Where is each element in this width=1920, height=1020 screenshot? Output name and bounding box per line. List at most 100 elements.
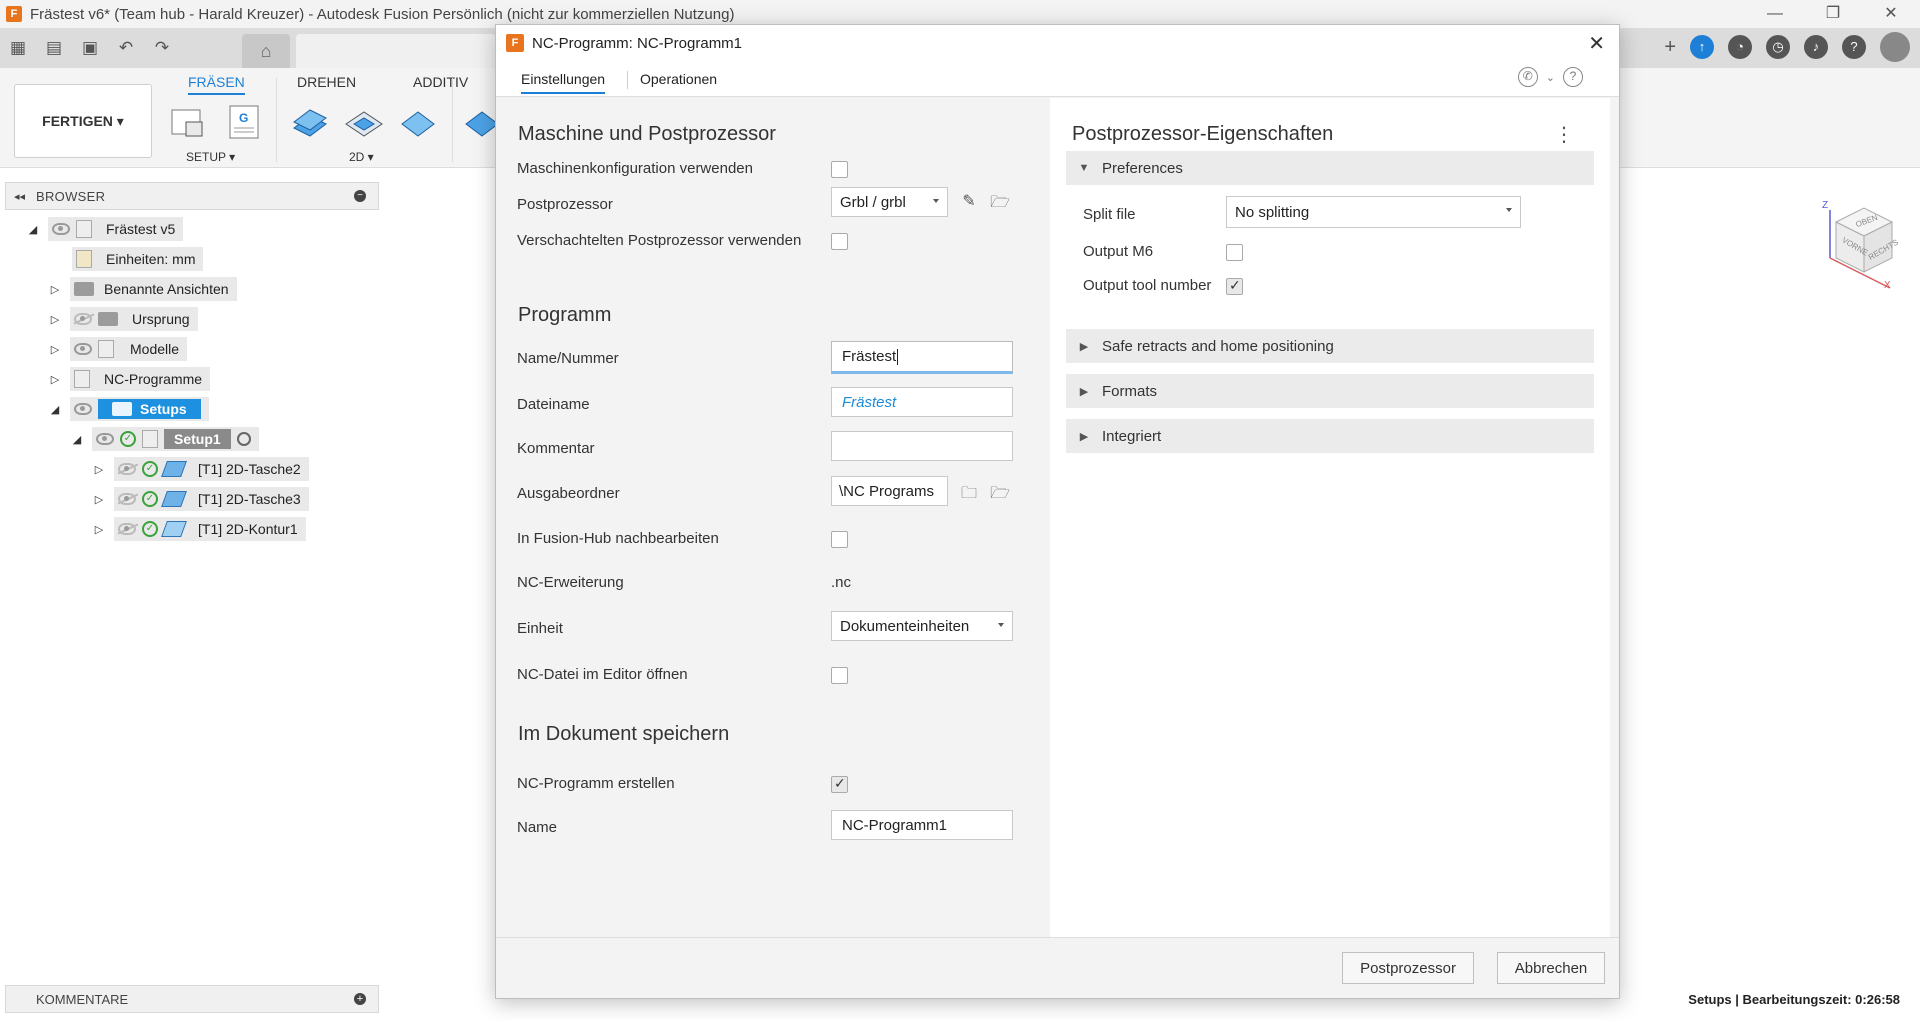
2d-group-label[interactable]: 2D ▾ [349,150,374,164]
tree-item-origin[interactable]: ▷ Ursprung [48,307,198,331]
clock-icon[interactable]: ◷ [1766,35,1790,59]
doc-name-input[interactable]: NC-Programm1 [831,810,1013,840]
face-icon[interactable] [398,102,438,142]
expand-toggle-icon[interactable]: ▷ [92,463,106,476]
split-file-select[interactable]: No splitting [1226,196,1521,228]
machine-config-checkbox[interactable] [831,161,848,178]
chevron-down-icon[interactable]: ⌄ [1546,71,1555,84]
tab-additiv[interactable]: ADDITIV [413,74,468,90]
tree-item-units[interactable]: Einheiten: mm [72,247,204,271]
tab-drehen[interactable]: DREHEN [297,74,356,90]
file-menu-icon[interactable]: ▤ [43,37,65,59]
expand-toggle-icon[interactable]: ◢ [70,433,84,446]
tree-item-document[interactable]: ◢ Frästest v5 [26,217,184,241]
expand-toggle-icon[interactable]: ▷ [48,373,62,386]
tree-item-op2[interactable]: ▷ ✓ [T1] 2D-Tasche3 [92,487,309,511]
extensions-icon[interactable]: ↑ [1690,35,1714,59]
visibility-icon[interactable] [52,223,70,235]
close-window-icon[interactable]: ✕ [1862,0,1920,28]
visibility-hidden-icon[interactable] [74,313,92,325]
group-integrated[interactable]: ▶ Integriert [1066,419,1594,453]
setup-group-label[interactable]: SETUP ▾ [186,150,235,164]
dialog-app-icon: F [506,34,524,52]
expand-toggle-icon[interactable]: ▷ [48,343,62,356]
tree-item-op1[interactable]: ▷ ✓ [T1] 2D-Tasche2 [92,457,309,481]
group-safe-retracts[interactable]: ▶ Safe retracts and home positioning [1066,329,1594,363]
tree-item-models[interactable]: ▷ Modelle [48,337,188,361]
2d-pocket-icon[interactable] [344,102,384,142]
tab-operationen[interactable]: Operationen [640,71,717,87]
add-comment-icon[interactable]: + [354,993,366,1005]
comment-input[interactable] [831,431,1013,461]
group-formats[interactable]: ▶ Formats [1066,374,1594,408]
document-tab[interactable] [296,34,496,68]
save-icon[interactable]: ▣ [79,37,101,59]
tree-item-setup1[interactable]: ◢ ✓ Setup1 [70,427,259,451]
collapse-arrows-icon[interactable]: ◂◂ [14,190,25,203]
avatar[interactable] [1880,32,1910,62]
postprocessor-button[interactable]: Postprozessor [1342,952,1474,984]
visibility-icon[interactable] [96,433,114,445]
tree-item-op3[interactable]: ▷ ✓ [T1] 2D-Kontur1 [92,517,306,541]
redo-icon[interactable]: ↷ [151,37,173,59]
job-status-icon[interactable]: ◔ [1728,35,1752,59]
output-folder-label: Ausgabeordner [517,485,620,502]
new-tab-plus-icon[interactable]: + [1664,36,1676,59]
2d-adaptive-icon[interactable] [290,102,330,142]
tree-item-setups[interactable]: ◢ Setups [48,397,209,421]
name-number-input[interactable]: Frästest [831,341,1013,374]
unit-select[interactable]: Dokumenteinheiten [831,611,1013,641]
active-radio-icon[interactable] [236,432,251,446]
open-output-folder-icon[interactable]: 🗀 [958,482,980,502]
expand-toggle-icon[interactable]: ▷ [92,493,106,506]
visibility-hidden-icon[interactable] [118,523,136,535]
visibility-icon[interactable] [74,343,92,355]
new-setup-icon[interactable] [168,102,208,142]
expand-toggle-icon[interactable]: ▷ [48,313,62,326]
open-folder-icon[interactable]: 🗁 [989,191,1011,211]
visibility-hidden-icon[interactable] [118,493,136,505]
help-icon[interactable]: ? [1563,67,1583,87]
expand-toggle-icon[interactable]: ▷ [48,283,62,296]
edit-pencil-icon[interactable]: ✎ [958,191,980,211]
browser-minimize-icon[interactable]: − [354,190,366,202]
tab-einstellungen[interactable]: Einstellungen [521,71,606,94]
notifications-icon[interactable]: ♪ [1804,35,1828,59]
visibility-hidden-icon[interactable] [118,463,136,475]
output-tool-number-checkbox[interactable] [1226,277,1243,295]
expand-toggle-icon[interactable]: ▷ [92,523,106,536]
cancel-button[interactable]: Abbrechen [1497,952,1605,984]
hub-postprocess-checkbox[interactable] [831,531,848,548]
visibility-icon[interactable] [74,403,92,415]
postprocessor-select[interactable]: Grbl / grbl [831,187,948,217]
workspace-selector[interactable]: FERTIGEN ▾ [14,84,152,158]
expand-toggle-icon[interactable]: ◢ [48,403,62,416]
comments-panel-header[interactable]: KOMMENTARE + [5,985,379,1013]
tree-item-named-views[interactable]: ▷ Benannte Ansichten [48,277,237,301]
undo-icon[interactable]: ↶ [115,37,137,59]
output-m6-checkbox[interactable] [1226,244,1243,261]
create-nc-program-checkbox[interactable] [831,775,848,793]
dialog-close-icon[interactable]: ✕ [1588,31,1605,56]
browse-folder-icon[interactable]: 🗁 [989,482,1011,502]
open-in-editor-checkbox[interactable] [831,667,848,684]
help-icon[interactable]: ? [1842,35,1866,59]
group-label: Preferences [1102,159,1183,177]
tab-fraesen[interactable]: FRÄSEN [188,74,245,95]
restore-icon[interactable]: ❐ [1804,0,1862,28]
nested-post-checkbox[interactable] [831,233,848,250]
minimize-icon[interactable]: — [1746,0,1804,28]
dialog-title-bar[interactable]: F NC-Programm: NC-Programm1 ✕ [496,25,1619,61]
view-cube[interactable]: OBEN VORNE RECHTS Z X [1820,200,1900,291]
output-folder-input[interactable]: \NC Programs [831,476,948,506]
filename-input[interactable]: Frästest [831,387,1013,417]
tree-item-nc-programs[interactable]: ▷ NC-Programme [48,367,211,391]
support-phone-icon[interactable]: ✆ [1517,67,1538,87]
doc-name-value: NC-Programm1 [842,816,948,834]
more-options-icon[interactable]: ⋮ [1554,122,1574,147]
expand-toggle-icon[interactable]: ◢ [26,223,40,236]
group-preferences[interactable]: ▼ Preferences [1066,151,1594,185]
nc-program-icon[interactable]: G [224,102,264,142]
home-tab-icon[interactable]: ⌂ [242,34,290,68]
app-grid-icon[interactable]: ▦ [7,37,29,59]
